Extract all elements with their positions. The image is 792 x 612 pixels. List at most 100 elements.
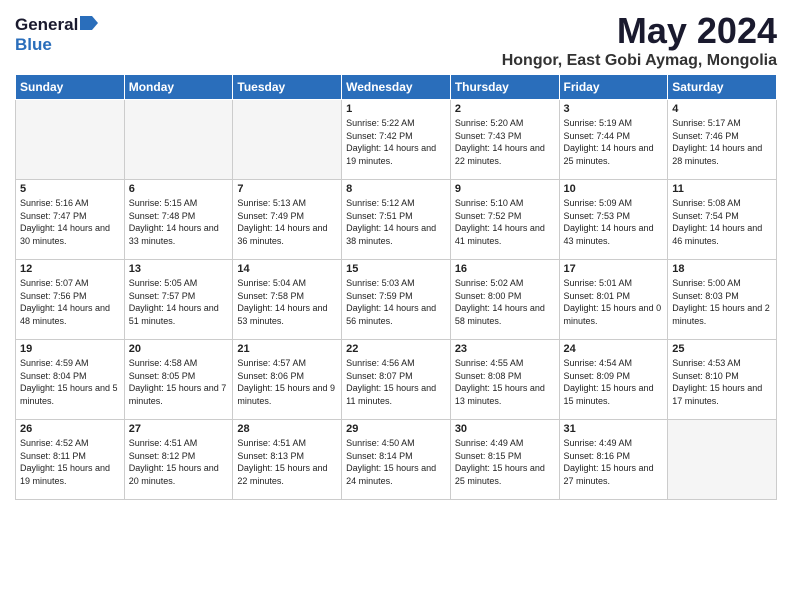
table-row: 21 Sunrise: 4:57 AMSunset: 8:06 PMDayligh… <box>233 340 342 420</box>
table-row: 7Sunrise: 5:13 AMSunset: 7:49 PMDaylight… <box>233 180 342 260</box>
cell-info: Sunrise: 5:16 AMSunset: 7:47 PMDaylight:… <box>20 198 110 246</box>
header-tuesday: Tuesday <box>233 75 342 100</box>
day-number: 30 <box>455 423 555 435</box>
table-row <box>16 100 125 180</box>
cell-info: Sunrise: 4:55 AMSunset: 8:08 PMDaylight:… <box>455 358 545 406</box>
cell-info: Sunrise: 4:49 AMSunset: 8:16 PMDaylight:… <box>564 438 654 486</box>
day-number: 1 <box>346 103 446 115</box>
table-row: 3 Sunrise: 5:19 AMSunset: 7:44 PMDaylight… <box>559 100 668 180</box>
header-friday: Friday <box>559 75 668 100</box>
cell-info: Sunrise: 4:54 AMSunset: 8:09 PMDaylight:… <box>564 358 654 406</box>
cell-info: Sunrise: 5:10 AMSunset: 7:52 PMDaylight:… <box>455 198 545 246</box>
header-monday: Monday <box>124 75 233 100</box>
cell-info: Sunrise: 5:02 AMSunset: 8:00 PMDaylight:… <box>455 278 545 326</box>
calendar-table: Sunday Monday Tuesday Wednesday Thursday… <box>15 74 777 500</box>
header: General Blue May 2024 Hongor, East Gobi … <box>15 10 777 70</box>
cell-info: Sunrise: 4:57 AMSunset: 8:06 PMDaylight:… <box>237 358 335 406</box>
table-row <box>668 420 777 500</box>
calendar-header-row: Sunday Monday Tuesday Wednesday Thursday… <box>16 75 777 100</box>
cell-info: Sunrise: 5:13 AMSunset: 7:49 PMDaylight:… <box>237 198 327 246</box>
cell-info: Sunrise: 5:15 AMSunset: 7:48 PMDaylight:… <box>129 198 219 246</box>
calendar-week-row: 26Sunrise: 4:52 AMSunset: 8:11 PMDayligh… <box>16 420 777 500</box>
day-number: 20 <box>129 343 229 355</box>
table-row: 22Sunrise: 4:56 AMSunset: 8:07 PMDayligh… <box>342 340 451 420</box>
cell-info: Sunrise: 5:05 AMSunset: 7:57 PMDaylight:… <box>129 278 219 326</box>
table-row: 13 Sunrise: 5:05 AMSunset: 7:57 PMDayligh… <box>124 260 233 340</box>
logo: General Blue <box>15 14 98 55</box>
day-number: 17 <box>564 263 664 275</box>
day-number: 19 <box>20 343 120 355</box>
table-row: 11Sunrise: 5:08 AMSunset: 7:54 PMDayligh… <box>668 180 777 260</box>
calendar-week-row: 12 Sunrise: 5:07 AMSunset: 7:56 PMDayligh… <box>16 260 777 340</box>
table-row: 28Sunrise: 4:51 AMSunset: 8:13 PMDayligh… <box>233 420 342 500</box>
calendar-title: May 2024 <box>502 10 777 52</box>
logo-blue-text: Blue <box>15 35 52 55</box>
table-row: 29 Sunrise: 4:50 AMSunset: 8:14 PMDayligh… <box>342 420 451 500</box>
day-number: 15 <box>346 263 446 275</box>
cell-info: Sunrise: 4:59 AMSunset: 8:04 PMDaylight:… <box>20 358 118 406</box>
day-number: 28 <box>237 423 337 435</box>
logo-arrow-icon <box>80 16 98 35</box>
day-number: 12 <box>20 263 120 275</box>
table-row: 8 Sunrise: 5:12 AMSunset: 7:51 PMDaylight… <box>342 180 451 260</box>
table-row: 5 Sunrise: 5:16 AMSunset: 7:47 PMDaylight… <box>16 180 125 260</box>
table-row: 26Sunrise: 4:52 AMSunset: 8:11 PMDayligh… <box>16 420 125 500</box>
day-number: 25 <box>672 343 772 355</box>
table-row: 10 Sunrise: 5:09 AMSunset: 7:53 PMDayligh… <box>559 180 668 260</box>
table-row <box>124 100 233 180</box>
day-number: 3 <box>564 103 664 115</box>
day-number: 2 <box>455 103 555 115</box>
cell-info: Sunrise: 5:00 AMSunset: 8:03 PMDaylight:… <box>672 278 770 326</box>
title-block: May 2024 Hongor, East Gobi Aymag, Mongol… <box>502 10 777 70</box>
table-row: 17Sunrise: 5:01 AMSunset: 8:01 PMDayligh… <box>559 260 668 340</box>
cell-info: Sunrise: 5:19 AMSunset: 7:44 PMDaylight:… <box>564 118 654 166</box>
table-row: 16Sunrise: 5:02 AMSunset: 8:00 PMDayligh… <box>450 260 559 340</box>
header-thursday: Thursday <box>450 75 559 100</box>
table-row: 2 Sunrise: 5:20 AMSunset: 7:43 PMDaylight… <box>450 100 559 180</box>
table-row: 20Sunrise: 4:58 AMSunset: 8:05 PMDayligh… <box>124 340 233 420</box>
table-row: 12 Sunrise: 5:07 AMSunset: 7:56 PMDayligh… <box>16 260 125 340</box>
day-number: 22 <box>346 343 446 355</box>
table-row: 25 Sunrise: 4:53 AMSunset: 8:10 PMDayligh… <box>668 340 777 420</box>
calendar-week-row: 1 Sunrise: 5:22 AMSunset: 7:42 PMDaylight… <box>16 100 777 180</box>
day-number: 23 <box>455 343 555 355</box>
table-row: 15 Sunrise: 5:03 AMSunset: 7:59 PMDayligh… <box>342 260 451 340</box>
page-container: General Blue May 2024 Hongor, East Gobi … <box>0 0 792 510</box>
table-row: 14Sunrise: 5:04 AMSunset: 7:58 PMDayligh… <box>233 260 342 340</box>
cell-info: Sunrise: 5:03 AMSunset: 7:59 PMDaylight:… <box>346 278 436 326</box>
cell-info: Sunrise: 5:22 AMSunset: 7:42 PMDaylight:… <box>346 118 436 166</box>
day-number: 26 <box>20 423 120 435</box>
table-row: 4 Sunrise: 5:17 AMSunset: 7:46 PMDaylight… <box>668 100 777 180</box>
cell-info: Sunrise: 5:12 AMSunset: 7:51 PMDaylight:… <box>346 198 436 246</box>
calendar-location: Hongor, East Gobi Aymag, Mongolia <box>502 52 777 70</box>
day-number: 13 <box>129 263 229 275</box>
day-number: 8 <box>346 183 446 195</box>
day-number: 10 <box>564 183 664 195</box>
calendar-week-row: 19 Sunrise: 4:59 AMSunset: 8:04 PMDayligh… <box>16 340 777 420</box>
table-row: 18 Sunrise: 5:00 AMSunset: 8:03 PMDayligh… <box>668 260 777 340</box>
cell-info: Sunrise: 4:53 AMSunset: 8:10 PMDaylight:… <box>672 358 762 406</box>
cell-info: Sunrise: 4:50 AMSunset: 8:14 PMDaylight:… <box>346 438 436 486</box>
day-number: 6 <box>129 183 229 195</box>
day-number: 5 <box>20 183 120 195</box>
table-row <box>233 100 342 180</box>
calendar-week-row: 5 Sunrise: 5:16 AMSunset: 7:47 PMDaylight… <box>16 180 777 260</box>
cell-info: Sunrise: 5:07 AMSunset: 7:56 PMDaylight:… <box>20 278 110 326</box>
day-number: 27 <box>129 423 229 435</box>
logo-general-text: General <box>15 15 78 35</box>
cell-info: Sunrise: 5:20 AMSunset: 7:43 PMDaylight:… <box>455 118 545 166</box>
table-row: 6 Sunrise: 5:15 AMSunset: 7:48 PMDaylight… <box>124 180 233 260</box>
cell-info: Sunrise: 4:51 AMSunset: 8:12 PMDaylight:… <box>129 438 219 486</box>
day-number: 24 <box>564 343 664 355</box>
day-number: 18 <box>672 263 772 275</box>
day-number: 14 <box>237 263 337 275</box>
cell-info: Sunrise: 5:09 AMSunset: 7:53 PMDaylight:… <box>564 198 654 246</box>
day-number: 29 <box>346 423 446 435</box>
day-number: 21 <box>237 343 337 355</box>
day-number: 9 <box>455 183 555 195</box>
table-row: 27 Sunrise: 4:51 AMSunset: 8:12 PMDayligh… <box>124 420 233 500</box>
table-row: 30Sunrise: 4:49 AMSunset: 8:15 PMDayligh… <box>450 420 559 500</box>
cell-info: Sunrise: 5:17 AMSunset: 7:46 PMDaylight:… <box>672 118 762 166</box>
header-saturday: Saturday <box>668 75 777 100</box>
day-number: 4 <box>672 103 772 115</box>
